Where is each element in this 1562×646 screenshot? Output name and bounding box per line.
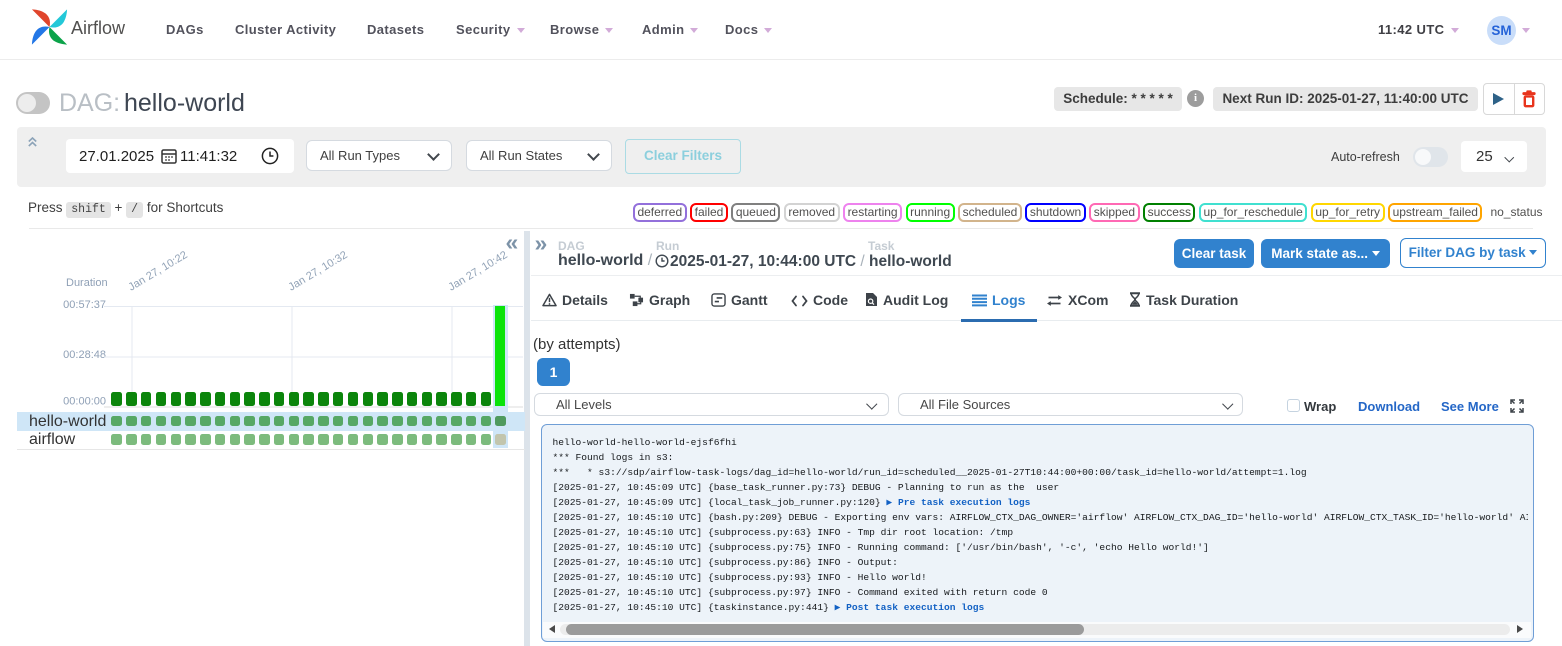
svg-text:Jan 27, 10:32: Jan 27, 10:32 — [286, 249, 349, 294]
svg-text:00:00:00: 00:00:00 — [63, 396, 106, 408]
svg-text:00:28:48: 00:28:48 — [63, 349, 106, 361]
svg-text:00:57:37: 00:57:37 — [63, 299, 106, 311]
svg-text:Jan 27, 10:42: Jan 27, 10:42 — [446, 249, 509, 294]
svg-text:Duration: Duration — [66, 277, 108, 289]
svg-text:Jan 27, 10:22: Jan 27, 10:22 — [126, 249, 189, 294]
